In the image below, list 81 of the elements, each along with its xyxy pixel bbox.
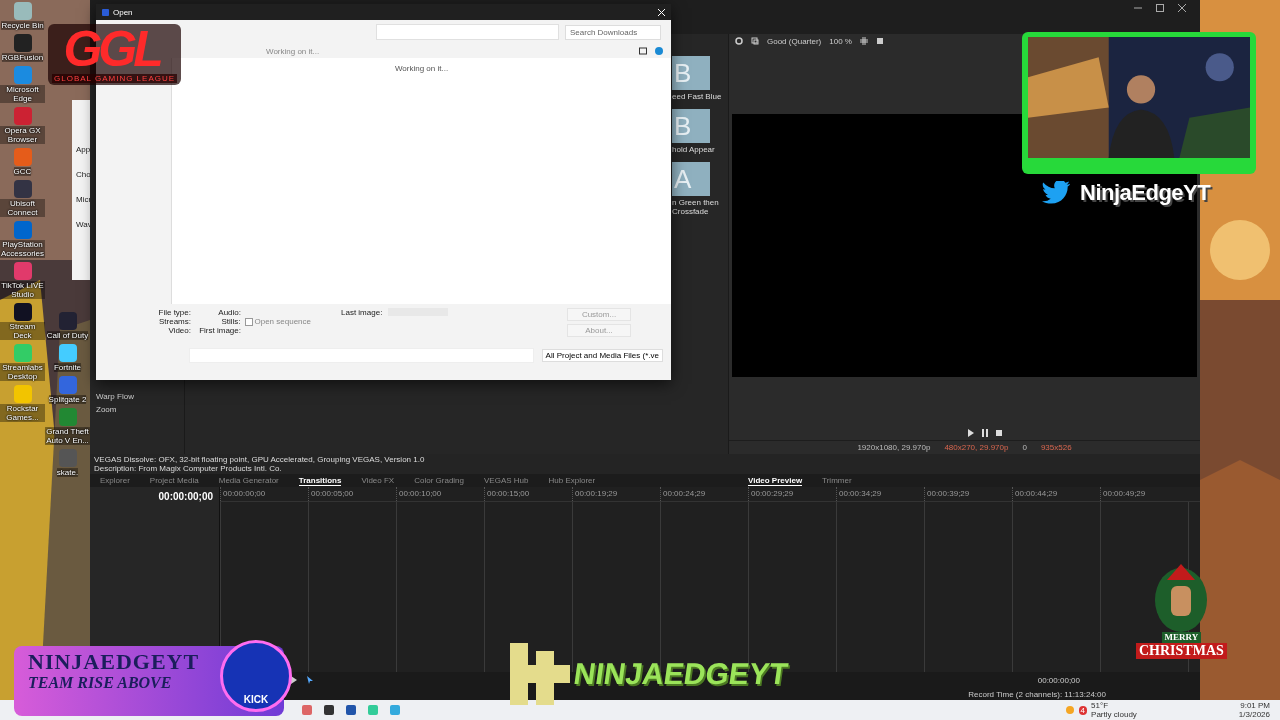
panel-tab[interactable]: Trimmer bbox=[822, 475, 852, 486]
notification-badge: 4 bbox=[1078, 705, 1088, 715]
clock[interactable]: 9:01 PM 1/3/2026 bbox=[1238, 701, 1270, 719]
banner-subtitle: TEAM RISE ABOVE bbox=[28, 674, 173, 692]
close-icon[interactable] bbox=[1178, 4, 1186, 12]
status-text: Working on it... bbox=[394, 64, 449, 75]
league-logo: GGL bbox=[63, 24, 161, 74]
record-time: Record Time (2 channels): 11:13:24:00 bbox=[968, 689, 1106, 699]
stop-icon[interactable] bbox=[994, 429, 1003, 437]
property-label: Audio: bbox=[218, 308, 241, 317]
ruler-label: 00:00:44;29 bbox=[1012, 487, 1100, 501]
taskbar-app-icon[interactable] bbox=[324, 705, 334, 715]
app-icon bbox=[102, 8, 109, 16]
save-icon[interactable] bbox=[875, 37, 884, 45]
settings-text: Cho bbox=[76, 170, 92, 179]
grid-icon[interactable] bbox=[859, 37, 868, 45]
preview-stat: 480x270, 29.970p bbox=[944, 443, 1009, 452]
settings-text: Micr bbox=[76, 195, 93, 204]
holiday-banner: CHRISTMAS bbox=[1136, 643, 1227, 659]
play-icon[interactable] bbox=[290, 676, 298, 684]
copy-icon[interactable] bbox=[751, 37, 759, 45]
minimize-icon[interactable] bbox=[1134, 4, 1142, 12]
open-sequence-checkbox[interactable]: Open sequence bbox=[244, 317, 311, 326]
preview-stat: 935x526 bbox=[1040, 443, 1072, 452]
gear-icon[interactable] bbox=[735, 37, 743, 45]
panel-tab[interactable]: Project Media bbox=[149, 475, 199, 486]
help-icon[interactable] bbox=[655, 47, 663, 55]
file-type-dropdown[interactable]: All Project and Media Files (*.ve bbox=[541, 349, 663, 362]
ruler-label: 00:00:05;00 bbox=[308, 487, 396, 501]
maximize-icon[interactable] bbox=[1156, 4, 1164, 12]
end-timecode: 00:00:00;00 bbox=[1037, 675, 1080, 685]
preview-stat: 0 bbox=[1022, 443, 1027, 452]
quality-dropdown[interactable]: Good (Quarter) bbox=[767, 36, 822, 46]
transition-item[interactable]: A n Green then Crossfade bbox=[672, 162, 728, 216]
ruler-label: 00:00:10;00 bbox=[396, 487, 484, 501]
fx-list-item[interactable]: Zoom bbox=[96, 405, 184, 414]
bird-icon bbox=[1042, 181, 1070, 205]
search-field[interactable]: Search Downloads bbox=[565, 24, 661, 40]
panel-tab[interactable]: Color Grading bbox=[414, 475, 464, 486]
property-label: Streams: bbox=[159, 317, 191, 326]
cursor-icon[interactable] bbox=[306, 676, 314, 684]
ruler-label: 00:00:00;00 bbox=[220, 487, 308, 501]
panel-tab[interactable]: VEGAS Hub bbox=[484, 475, 529, 486]
league-caption: GLOBAL GAMING LEAGUE bbox=[52, 74, 178, 83]
panel-tab[interactable]: Media Generator bbox=[218, 475, 279, 486]
ruler-label: 00:00:49;29 bbox=[1100, 487, 1188, 501]
panel-tab[interactable]: Video Preview bbox=[748, 475, 803, 486]
dialog-title: Open bbox=[113, 7, 133, 17]
property-label: File type: bbox=[158, 308, 191, 317]
play-icon[interactable] bbox=[966, 429, 975, 437]
ruler-label: 00:00:34;29 bbox=[836, 487, 924, 501]
letter-block-drawing bbox=[510, 643, 570, 705]
taskbar-app-icon[interactable] bbox=[346, 705, 356, 715]
weather-icon bbox=[1064, 705, 1075, 715]
panel-tab[interactable]: Transitions bbox=[298, 475, 342, 486]
status-text: Working on it... bbox=[266, 46, 320, 56]
ruler-label: 00:00:15;00 bbox=[484, 487, 572, 501]
property-label: Video: bbox=[168, 326, 191, 335]
info-text: VEGAS Dissolve: OFX, 32-bit floating point, GPU Accelerated, Grouping VEGAS, Version 1.0 bbox=[94, 455, 426, 464]
settings-text: App bbox=[76, 145, 92, 154]
pause-icon[interactable] bbox=[980, 429, 989, 437]
fx-list-item[interactable]: Warp Flow bbox=[96, 392, 184, 401]
preview-stat: 1920x1080, 29.970p bbox=[857, 443, 931, 452]
panel-tab[interactable]: Video FX bbox=[361, 475, 395, 486]
ruler-label: 00:00:29;29 bbox=[748, 487, 836, 501]
ruler-label: 00:00:24;29 bbox=[660, 487, 748, 501]
panel-tab[interactable]: Hub Explorer bbox=[548, 475, 596, 486]
panel-tab[interactable]: Explorer bbox=[100, 475, 130, 486]
banner-title: NINJAEDGEYT bbox=[28, 650, 201, 674]
temperature: 51°F bbox=[1091, 701, 1110, 710]
channel-name: NINJAEDGEYT bbox=[571, 657, 790, 691]
pane-icon[interactable] bbox=[639, 47, 647, 55]
weather-text: Partly cloudy bbox=[1091, 710, 1137, 719]
property-label: First image: bbox=[199, 326, 241, 335]
property-label: Stills: bbox=[221, 317, 241, 326]
property-label: Last image: bbox=[341, 308, 383, 319]
holiday-text: MERRY bbox=[1161, 632, 1202, 643]
info-text: Description: From Magix Computer Products Intl. Co. bbox=[94, 464, 283, 473]
zoom-dropdown[interactable]: 100 % bbox=[829, 36, 852, 46]
ruler-label: 00:00:39;29 bbox=[924, 487, 1012, 501]
ruler-label: 00:00:19;29 bbox=[572, 487, 660, 501]
